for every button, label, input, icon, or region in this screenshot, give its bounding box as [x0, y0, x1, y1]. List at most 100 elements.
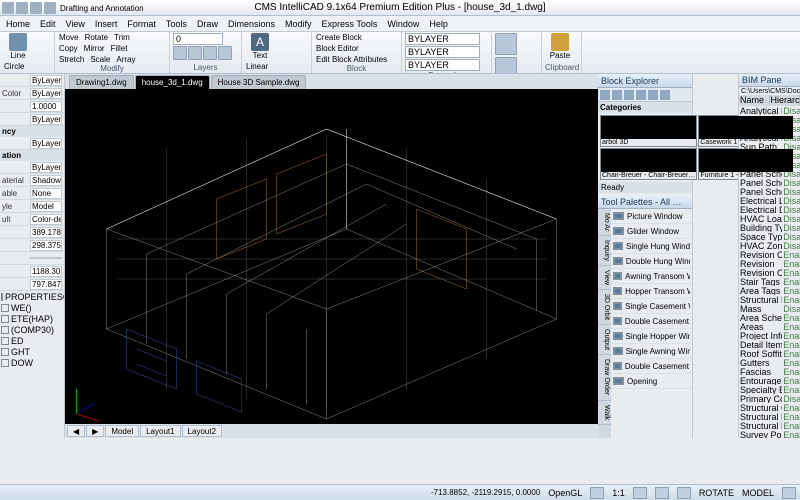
app-icon[interactable]	[2, 2, 14, 14]
menu-view[interactable]: View	[66, 19, 85, 29]
measure-button[interactable]	[495, 57, 517, 74]
prop-value[interactable]: Color-depend…	[30, 214, 62, 225]
block-thumb[interactable]: arbol 3D	[600, 115, 697, 147]
bim-row[interactable]: Electrical DemandDisa	[739, 205, 800, 214]
array-button[interactable]: Array	[115, 55, 136, 64]
palette-item[interactable]: Single Casement Wind…	[611, 299, 692, 314]
bim-row[interactable]: MassDisa	[739, 304, 800, 313]
layout-tab[interactable]: Model	[105, 425, 139, 437]
menu-tools[interactable]: Tools	[166, 19, 187, 29]
prop-value[interactable]: ByLayer	[30, 162, 62, 173]
palette-tab[interactable]: View	[598, 266, 611, 290]
bim-row[interactable]: Structural ColumnEnab	[739, 403, 800, 412]
bim-row[interactable]: Stair TagsEnab	[739, 277, 800, 286]
circle-button[interactable]: Circle	[3, 62, 30, 71]
bim-row[interactable]: Primary ContoursDisa	[739, 394, 800, 403]
palette-item[interactable]: Double Casement Wind…	[611, 359, 692, 374]
cut-icon[interactable]	[600, 90, 610, 100]
group-button[interactable]	[495, 33, 517, 55]
bim-row[interactable]: Space Type SettingsDisa	[739, 232, 800, 241]
layer-tool-icon[interactable]	[218, 46, 232, 60]
bim-row[interactable]: RevisionEnab	[739, 259, 800, 268]
menu-express-tools[interactable]: Express Tools	[322, 19, 378, 29]
bim-row[interactable]: Building Type Setti…Disa	[739, 223, 800, 232]
prop-value[interactable]: ByLayer	[30, 88, 62, 99]
palette-item[interactable]: Hopper Transom Wind…	[611, 284, 692, 299]
scale-label[interactable]: 1:1	[612, 488, 625, 498]
mirror-button[interactable]: Mirror	[83, 44, 106, 53]
bim-header-name[interactable]: Name	[739, 95, 770, 106]
palette-item[interactable]: Awning Transom Wind…	[611, 269, 692, 284]
layer-row[interactable]: GHT	[0, 346, 64, 357]
palette-tab[interactable]: Mo Ar	[598, 209, 611, 236]
copy-button[interactable]: Copy	[58, 44, 79, 53]
status-tool-icon[interactable]	[782, 487, 796, 499]
text-button[interactable]: AText	[245, 33, 275, 60]
ortho-icon[interactable]	[655, 487, 669, 499]
bim-row[interactable]: Revision CloudsEnab	[739, 268, 800, 277]
scale-button[interactable]: Scale	[89, 55, 111, 64]
layer-row[interactable]: DOW	[0, 357, 64, 368]
layer-toggle-icon[interactable]	[1, 359, 9, 367]
menu-modify[interactable]: Modify	[285, 19, 312, 29]
layout-tab[interactable]: Layout1	[140, 425, 180, 437]
layer-row[interactable]: (COMP30)	[0, 324, 64, 335]
layer-tool-icon[interactable]	[173, 46, 187, 60]
layer-row[interactable]: WE()	[0, 302, 64, 313]
prop-value[interactable]: ByLayer	[30, 114, 62, 125]
bim-row[interactable]: Area TagsEnab	[739, 286, 800, 295]
menu-help[interactable]: Help	[429, 19, 448, 29]
menu-dimensions[interactable]: Dimensions	[228, 19, 275, 29]
paste-button[interactable]: Paste	[545, 33, 575, 60]
delete-icon[interactable]	[636, 90, 646, 100]
prop-value[interactable]: 1.0000	[30, 101, 62, 112]
palette-item[interactable]: Picture Window	[611, 209, 692, 224]
bim-row[interactable]: Roof SoffitsEnab	[739, 349, 800, 358]
bim-row[interactable]: Panel Schedule Te…Disa	[739, 187, 800, 196]
layer-toggle-icon[interactable]	[1, 348, 9, 356]
prop-value[interactable]	[30, 257, 62, 259]
bim-row[interactable]: FasciasEnab	[739, 367, 800, 376]
prop-value[interactable]: ByLayer	[30, 75, 62, 86]
tab-nav-icon[interactable]: ▶	[86, 425, 104, 437]
snap-icon[interactable]	[590, 487, 604, 499]
layer-row[interactable]: ETE(HAP)	[0, 313, 64, 324]
prop-color-dropdown[interactable]: BYLAYER	[405, 46, 480, 58]
paste-icon[interactable]	[624, 90, 634, 100]
palette-item[interactable]: Opening	[611, 374, 692, 389]
doc-tab[interactable]: House 3D Sample.dwg	[211, 75, 307, 89]
layer-toggle-icon[interactable]	[1, 315, 9, 323]
prop-value[interactable]: 298.3757	[30, 240, 62, 251]
palette-item[interactable]: Single Hung Window	[611, 239, 692, 254]
edit-attrs-button[interactable]: Edit Block Attributes	[315, 55, 398, 64]
view-icon[interactable]	[648, 90, 658, 100]
bim-row[interactable]: HVAC ZonesDisa	[739, 241, 800, 250]
layer-dropdown[interactable]: 0	[173, 33, 223, 45]
refresh-icon[interactable]	[660, 90, 670, 100]
stretch-button[interactable]: Stretch	[58, 55, 85, 64]
palette-item[interactable]: Glider Window	[611, 224, 692, 239]
copy-icon[interactable]	[612, 90, 622, 100]
block-editor-button[interactable]: Block Editor	[315, 44, 398, 53]
layer-toggle-icon[interactable]	[1, 326, 9, 334]
grid-icon[interactable]	[633, 487, 647, 499]
menu-edit[interactable]: Edit	[40, 19, 56, 29]
bim-row[interactable]: Panel Schedule Te…Disa	[739, 178, 800, 187]
polar-icon[interactable]	[677, 487, 691, 499]
layer-toggle-icon[interactable]	[1, 304, 9, 312]
bim-row[interactable]: Area SchemesEnab	[739, 313, 800, 322]
palette-tab[interactable]: Inquiry	[598, 236, 611, 266]
layer-toggle-icon[interactable]	[1, 337, 9, 345]
rotate-button[interactable]: Rotate	[84, 33, 110, 42]
prop-layer-dropdown[interactable]: BYLAYER	[405, 33, 480, 45]
prop-value[interactable]: Model	[30, 201, 62, 212]
menu-format[interactable]: Format	[127, 19, 156, 29]
prop-value[interactable]: ByLayer	[30, 138, 62, 149]
menu-draw[interactable]: Draw	[197, 19, 218, 29]
bim-row[interactable]: Revision Cloud TagsEnab	[739, 250, 800, 259]
fillet-button[interactable]: Fillet	[110, 44, 129, 53]
model-label[interactable]: MODEL	[742, 488, 774, 498]
prop-value[interactable]: 797.8478	[30, 279, 62, 290]
menu-home[interactable]: Home	[6, 19, 30, 29]
trim-button[interactable]: Trim	[113, 33, 131, 42]
